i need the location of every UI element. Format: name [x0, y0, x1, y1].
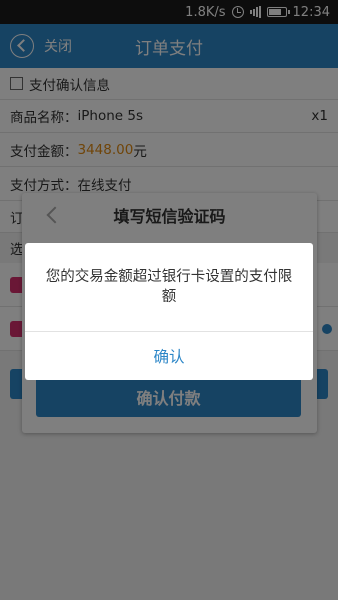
limit-alert-dialog: 您的交易金额超过银行卡设置的支付限额 确认: [25, 243, 313, 380]
alert-message: 您的交易金额超过银行卡设置的支付限额: [45, 269, 293, 305]
alert-confirm-button[interactable]: 确认: [25, 332, 313, 380]
